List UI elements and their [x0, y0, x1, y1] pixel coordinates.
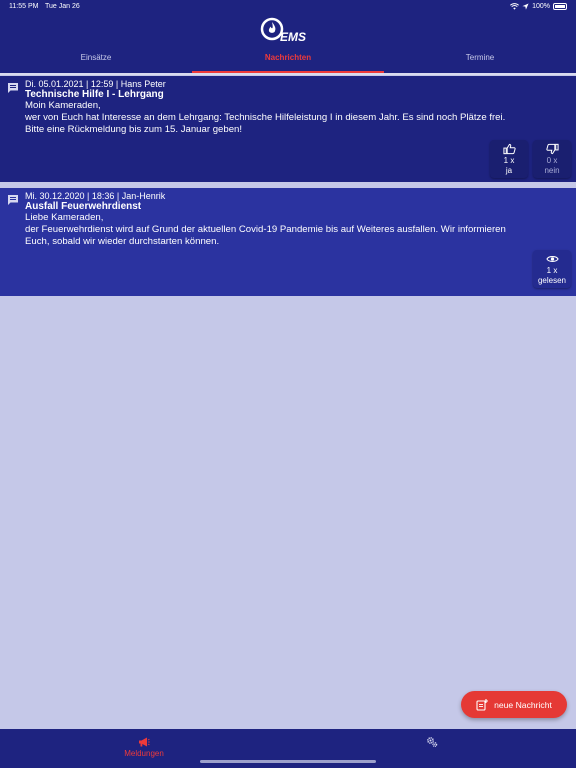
reaction-count: 0 x: [546, 155, 558, 165]
reaction-count: 1 x: [503, 155, 515, 165]
thumbs-up-icon: [502, 143, 516, 154]
reaction-label: gelesen: [537, 275, 567, 285]
battery-icon: [553, 3, 567, 10]
nav-meldungen-label: Meldungen: [124, 749, 164, 758]
message-body-line: Euch, sobald wir wieder durchstarten kön…: [25, 236, 220, 247]
message-title: Ausfall Feuerwehrdienst: [25, 201, 142, 212]
reaction-no-button[interactable]: 0 x nein: [533, 140, 571, 178]
new-message-label: neue Nachricht: [494, 699, 552, 710]
new-message-icon: [476, 698, 489, 711]
new-message-button[interactable]: neue Nachricht: [461, 691, 567, 718]
reaction-yes-button[interactable]: 1 x ja: [490, 140, 528, 178]
message-body-line: Liebe Kameraden,: [25, 212, 104, 223]
app-header: 11:55 PM Tue Jan 26 100% EMS Einsätze Na…: [0, 0, 576, 74]
status-date: Tue Jan 26: [45, 3, 80, 10]
reaction-read-button[interactable]: 1 x gelesen: [533, 250, 571, 288]
home-indicator: [200, 760, 376, 763]
nav-meldungen[interactable]: Meldungen: [96, 729, 192, 768]
reaction-label: nein: [544, 165, 560, 175]
svg-text:EMS: EMS: [280, 30, 306, 43]
message-body: Moin Kameraden, wer von Euch hat Interes…: [25, 100, 565, 136]
tab-termine[interactable]: Termine: [384, 48, 576, 74]
status-bar: 11:55 PM Tue Jan 26 100%: [0, 0, 576, 14]
reaction-label: ja: [505, 165, 513, 175]
message-body-line: der Feuerwehrdienst wird auf Grund der a…: [25, 224, 506, 235]
status-indicators: 100%: [510, 3, 567, 10]
status-time: 11:55 PM: [9, 3, 39, 10]
settings-gears-icon: [427, 737, 438, 748]
tab-einsaetze[interactable]: Einsätze: [0, 48, 192, 74]
message-meta: Mi. 30.12.2020 | 18:36 | Jan-Henrik: [25, 191, 166, 201]
message-card[interactable]: Di. 05.01.2021 | 12:59 | Hans Peter Tech…: [0, 76, 576, 182]
tab-divider: [0, 73, 576, 75]
message-body-line: Moin Kameraden,: [25, 100, 101, 111]
message-body: Liebe Kameraden, der Feuerwehrdienst wir…: [25, 212, 565, 248]
message-body-line: wer von Euch hat Interesse an dem Lehrga…: [25, 112, 506, 123]
thumbs-down-icon: [545, 143, 559, 154]
app-logo: EMS: [258, 17, 318, 44]
message-body-line: Bitte eine Rückmeldung bis zum 15. Janua…: [25, 124, 243, 135]
wifi-icon: [510, 3, 520, 10]
message-icon: [8, 195, 18, 205]
megaphone-icon: [139, 737, 150, 747]
location-icon: [522, 3, 529, 10]
eye-icon: [545, 255, 559, 262]
message-icon: [8, 83, 18, 93]
message-meta: Di. 05.01.2021 | 12:59 | Hans Peter: [25, 79, 166, 89]
message-title: Technische Hilfe I - Lehrgang: [25, 89, 164, 100]
message-card[interactable]: Mi. 30.12.2020 | 18:36 | Jan-Henrik Ausf…: [0, 188, 576, 296]
nav-settings[interactable]: [384, 729, 480, 768]
reaction-count: 1 x: [546, 265, 558, 275]
battery-percent: 100%: [532, 3, 550, 10]
